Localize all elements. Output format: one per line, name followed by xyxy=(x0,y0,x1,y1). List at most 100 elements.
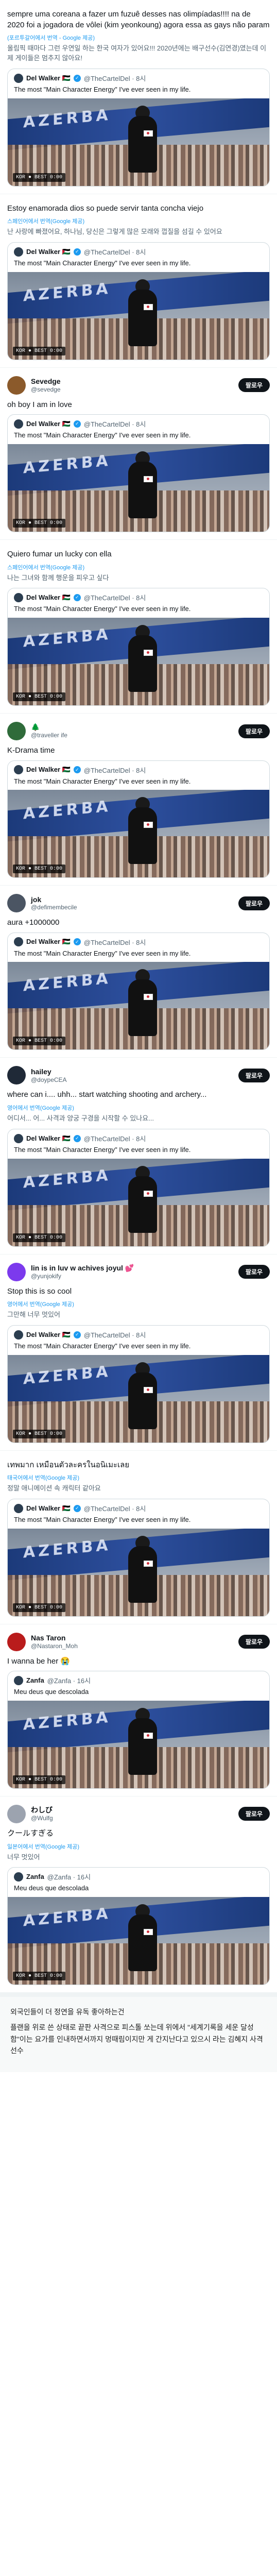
post-header: 🌲 @traveller ife 팔로우 xyxy=(7,720,270,742)
translated-text: 올림픽 때마다 그런 우연일 하는 한국 여자가 있어요!!! 2020년에는 … xyxy=(7,44,267,62)
author-handle[interactable]: @sevedge xyxy=(31,386,233,393)
quoted-tweet[interactable]: Del Walker 🇵🇸 ✓ @TheCartelDel · 8시 The most… xyxy=(7,1325,270,1443)
post-header: Nas Taron @Nastaron_Moh 팔로우 xyxy=(7,1631,270,1653)
quoted-name: Del Walker 🇵🇸 xyxy=(26,938,71,946)
author-name[interactable]: jok xyxy=(31,895,233,904)
quoted-tweet[interactable]: Del Walker 🇵🇸 ✓ @TheCartelDel · 8시 The most… xyxy=(7,588,270,706)
author: わしび @Wulfg xyxy=(31,1806,233,1822)
author-handle[interactable]: @Wulfg xyxy=(31,1815,233,1822)
follow-button[interactable]: 팔로우 xyxy=(238,1635,270,1649)
avatar[interactable] xyxy=(7,1632,26,1651)
quoted-handle: @TheCartelDel · 8시 xyxy=(83,594,146,602)
post: hailey @doypeCEA 팔로우 where can i.... uhh...… xyxy=(0,1058,277,1255)
quoted-photo[interactable]: AZERBA KOR ● BEST 0:00 xyxy=(8,1700,269,1788)
quoted-photo[interactable]: AZERBA KOR ● BEST 0:00 xyxy=(8,272,269,360)
quoted-text: The most "Main Character Energy" I've ev… xyxy=(14,605,191,613)
quoted-tweet[interactable]: Del Walker 🇵🇸 ✓ @TheCartelDel · 8시 The most… xyxy=(7,760,270,878)
quoted-tweet[interactable]: Del Walker 🇵🇸 ✓ @TheCartelDel · 8시 The most… xyxy=(7,932,270,1050)
athlete xyxy=(128,635,157,692)
quoted-tweet[interactable]: Del Walker 🇵🇸 ✓ @TheCartelDel · 8시 The most… xyxy=(7,1499,270,1617)
avatar[interactable] xyxy=(7,722,26,740)
author-handle[interactable]: @doypeCEA xyxy=(31,1076,233,1083)
quoted-avatar xyxy=(14,1133,23,1143)
athlete xyxy=(128,115,157,173)
korea-flag-icon xyxy=(143,822,153,828)
quoted-avatar xyxy=(14,1503,23,1513)
translated-label[interactable]: 영어에서 번역(Google 제공) xyxy=(7,1300,270,1308)
post: lin is in luv w achives joyul 💕 @yunjokif… xyxy=(0,1255,277,1451)
avatar[interactable] xyxy=(7,376,26,395)
post-text: sempre uma coreana a fazer um fuzuê dess… xyxy=(7,10,270,29)
quoted-name: Del Walker 🇵🇸 xyxy=(26,74,71,82)
quoted-photo[interactable]: AZERBA KOR ● BEST 0:00 xyxy=(8,1158,269,1246)
author-name[interactable]: Sevedge xyxy=(31,377,233,386)
post-text: K-Drama time xyxy=(7,746,55,755)
athlete xyxy=(128,1372,157,1429)
verified-icon: ✓ xyxy=(73,1504,81,1512)
translated-label[interactable]: 태국어에서 번역(Google 제공) xyxy=(7,1473,270,1482)
translated-label[interactable]: 스페인어에서 번역(Google 제공) xyxy=(7,217,270,225)
korea-flag-icon xyxy=(143,303,153,310)
quoted-avatar xyxy=(14,765,23,775)
avatar[interactable] xyxy=(7,1066,26,1085)
quoted-header: Del Walker 🇵🇸 ✓ @TheCartelDel · 8시 xyxy=(8,415,269,429)
follow-button[interactable]: 팔로우 xyxy=(238,1807,270,1821)
follow-button[interactable]: 팔로우 xyxy=(238,378,270,393)
score-overlay: KOR ● BEST 0:00 xyxy=(13,1037,66,1046)
avatar[interactable] xyxy=(7,1262,26,1281)
quoted-text: The most "Main Character Energy" I've ev… xyxy=(14,949,191,957)
quoted-tweet[interactable]: Del Walker 🇵🇸 ✓ @TheCartelDel · 8시 The most… xyxy=(7,414,270,532)
quoted-header: Del Walker 🇵🇸 ✓ @TheCartelDel · 8시 xyxy=(8,69,269,83)
author-name[interactable]: Nas Taron xyxy=(31,1634,233,1642)
quoted-name: Del Walker 🇵🇸 xyxy=(26,247,71,256)
author: hailey @doypeCEA xyxy=(31,1067,233,1083)
follow-button[interactable]: 팔로우 xyxy=(238,1068,270,1082)
score-overlay: KOR ● BEST 0:00 xyxy=(13,173,66,182)
quoted-tweet[interactable]: Del Walker 🇵🇸 ✓ @TheCartelDel · 8시 The most… xyxy=(7,242,270,360)
korea-flag-icon xyxy=(143,1560,153,1567)
follow-button[interactable]: 팔로우 xyxy=(238,724,270,738)
quoted-tweet[interactable]: Del Walker 🇵🇸 ✓ @TheCartelDel · 8시 The most… xyxy=(7,1129,270,1247)
quoted-photo[interactable]: AZERBA KOR ● BEST 0:00 xyxy=(8,1354,269,1443)
quoted-photo[interactable]: AZERBA KOR ● BEST 0:00 xyxy=(8,962,269,1050)
avatar[interactable] xyxy=(7,894,26,913)
notice-line-2: 플랜을 위로 쓴 상태로 끝판 사격으로 피스톨 쏘는데 위에서 "세계기록을 … xyxy=(10,2023,263,2055)
translated-label[interactable]: 영어에서 번역(Google 제공) xyxy=(7,1104,270,1112)
quoted-tweet[interactable]: Zanfa @Zanfa · 16시 Meu deus que descolada A… xyxy=(7,1867,270,1986)
post-text: where can i.... uhh... start watching sh… xyxy=(7,1090,207,1099)
verified-icon: ✓ xyxy=(73,938,81,946)
author-handle[interactable]: @traveller ife xyxy=(31,732,233,739)
quoted-photo[interactable]: AZERBA KOR ● BEST 0:00 xyxy=(8,618,269,705)
quoted-photo[interactable]: AZERBA KOR ● BEST 0:00 xyxy=(8,790,269,878)
athlete xyxy=(128,1914,157,1972)
follow-button[interactable]: 팔로우 xyxy=(238,1265,270,1279)
avatar[interactable] xyxy=(7,1804,26,1823)
post-text: Stop this is so cool xyxy=(7,1286,72,1296)
quoted-handle: @TheCartelDel · 8시 xyxy=(83,420,146,429)
author-handle[interactable]: @defimembecile xyxy=(31,904,233,911)
author-name[interactable]: 🌲 xyxy=(31,723,233,732)
quoted-photo[interactable]: AZERBA KOR ● BEST 0:00 xyxy=(8,98,269,186)
post-text: aura +1000000 xyxy=(7,918,60,927)
author-name[interactable]: わしび xyxy=(31,1806,233,1815)
author: jok @defimembecile xyxy=(31,895,233,911)
post-header: hailey @doypeCEA 팔로우 xyxy=(7,1064,270,1087)
quoted-tweet[interactable]: Zanfa @Zanfa · 16시 Meu deus que descolada A… xyxy=(7,1671,270,1789)
post-text: Quiero fumar un lucky con ella xyxy=(7,549,112,558)
author-handle[interactable]: @Nastaron_Moh xyxy=(31,1642,233,1650)
follow-button[interactable]: 팔로우 xyxy=(238,896,270,910)
quoted-photo[interactable]: AZERBA KOR ● BEST 0:00 xyxy=(8,444,269,532)
author-handle[interactable]: @yunjokify xyxy=(31,1273,233,1280)
verified-icon: ✓ xyxy=(73,766,81,774)
quoted-tweet[interactable]: Del Walker 🇵🇸 ✓ @TheCartelDel · 8시 The most… xyxy=(7,69,270,187)
post: jok @defimembecile 팔로우 aura +1000000 Del Wal… xyxy=(0,886,277,1058)
korea-flag-icon xyxy=(143,994,153,1001)
score-overlay: KOR ● BEST 0:00 xyxy=(13,1603,66,1612)
translated-label[interactable]: 일본어에서 번역(Google 제공) xyxy=(7,1842,270,1851)
translated-label[interactable]: (포르투갈어에서 번역 - Google 제공) xyxy=(7,33,270,42)
quoted-photo[interactable]: AZERBA KOR ● BEST 0:00 xyxy=(8,1897,269,1985)
translated-label[interactable]: 스페인어에서 번역(Google 제공) xyxy=(7,563,270,571)
author-name[interactable]: lin is in luv w achives joyul 💕 xyxy=(31,1264,233,1273)
quoted-photo[interactable]: AZERBA KOR ● BEST 0:00 xyxy=(8,1528,269,1616)
author-name[interactable]: hailey xyxy=(31,1067,233,1076)
